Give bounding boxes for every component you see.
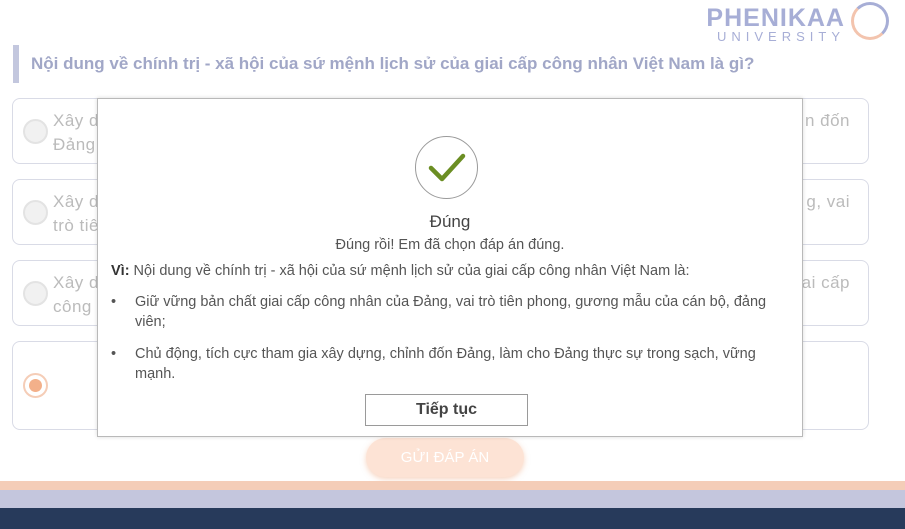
explanation-text: Nội dung về chính trị - xã hội của sứ mệ… <box>129 263 690 279</box>
bullet-text: Chủ động, tích cực tham gia xây dựng, ch… <box>135 346 756 382</box>
radio-icon[interactable] <box>23 119 48 144</box>
submit-answer-button[interactable]: GỬI ĐÁP ÁN <box>366 438 524 477</box>
option-text-left: Xây d công <box>53 273 99 316</box>
check-icon <box>415 136 478 199</box>
radio-icon[interactable] <box>23 281 48 306</box>
radio-selected-icon[interactable] <box>23 373 48 398</box>
question-text: Nội dung về chính trị - xã hội của sứ mệ… <box>13 45 813 83</box>
footer-band-navy <box>0 508 905 529</box>
logo: PHENIKAA UNIVERSITY <box>667 2 897 44</box>
continue-button[interactable]: Tiếp tục <box>365 394 528 426</box>
logo-ring-icon <box>851 2 889 40</box>
modal-title: Đúng <box>429 212 471 231</box>
feedback-modal: Đúng Đúng rồi! Em đã chọn đáp án đúng. V… <box>97 98 803 437</box>
footer-band-peach <box>0 481 905 490</box>
explanation-label: Vì: <box>111 263 130 279</box>
option-text-right: ai cấp <box>801 273 850 292</box>
bullet-icon: • <box>111 294 117 310</box>
option-text-left: Xây d Đảng <box>53 111 99 154</box>
radio-icon[interactable] <box>23 200 48 225</box>
logo-sub: UNIVERSITY <box>716 29 845 44</box>
option-text-right: g, vai <box>806 192 850 211</box>
modal-message: Đúng rồi! Em đã chọn đáp án đúng. <box>335 237 565 253</box>
footer-band-lavender <box>0 490 905 508</box>
option-text-right: n đốn <box>804 111 850 130</box>
bullet-text: Giữ vững bản chất giai cấp công nhân của… <box>135 294 767 330</box>
option-text-left: Xây d trò tiê <box>53 192 100 235</box>
modal-explanation: Vì: Nội dung về chính trị - xã hội của s… <box>111 263 690 279</box>
bullet-icon: • <box>111 346 117 362</box>
